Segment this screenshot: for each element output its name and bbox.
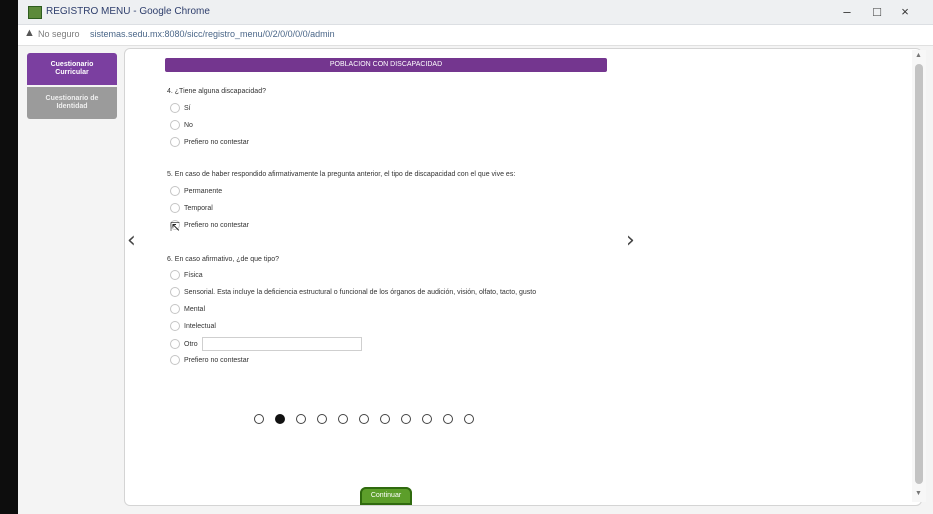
radio-button[interactable] [170, 203, 180, 213]
option-fisica[interactable]: Física [170, 270, 203, 280]
favicon-icon [28, 6, 42, 19]
warning-icon: ▲ [24, 27, 35, 39]
radio-button[interactable] [170, 103, 180, 113]
pagination-dot[interactable] [401, 414, 411, 424]
window-title: REGISTRO MENU - Google Chrome [46, 6, 210, 17]
continue-button[interactable]: Continuar [360, 487, 412, 505]
radio-button[interactable] [170, 120, 180, 130]
scrollbar[interactable]: ▲ ▼ [912, 50, 926, 502]
radio-button[interactable] [170, 270, 180, 280]
radio-button[interactable] [170, 304, 180, 314]
url-text[interactable]: sistemas.sedu.mx:8080/sicc/registro_menu… [90, 29, 335, 39]
option-otro[interactable]: Otro [170, 337, 362, 351]
pagination-dot[interactable] [296, 414, 306, 424]
option-si[interactable]: Sí [170, 103, 191, 113]
pagination-dot[interactable] [359, 414, 369, 424]
radio-button[interactable] [170, 287, 180, 297]
pagination-dot[interactable] [422, 414, 432, 424]
pagination-dot[interactable] [338, 414, 348, 424]
pagination-dot[interactable] [317, 414, 327, 424]
option-intelectual[interactable]: Intelectual [170, 321, 216, 331]
sidebar-item-curricular[interactable]: Cuestionario Curricular [27, 53, 117, 85]
pagination-dot[interactable] [275, 414, 285, 424]
question-4: 4. ¿Tiene alguna discapacidad? [167, 88, 266, 95]
option-prefiero-no-contestar[interactable]: Prefiero no contestar [170, 137, 249, 147]
option-prefiero-no-contestar[interactable]: Prefiero no contestar [170, 220, 249, 230]
pagination-dot[interactable] [380, 414, 390, 424]
form-panel [124, 48, 922, 506]
radio-button[interactable] [170, 355, 180, 365]
left-black-edge [0, 0, 18, 514]
maximize-button[interactable]: □ [866, 3, 888, 21]
scroll-thumb[interactable] [915, 64, 923, 484]
mouse-cursor-icon: ⇱ [170, 220, 181, 234]
scroll-up-icon[interactable]: ▲ [915, 52, 922, 59]
pagination-dot[interactable] [254, 414, 264, 424]
option-permanente[interactable]: Permanente [170, 186, 222, 196]
pagination-dot[interactable] [464, 414, 474, 424]
section-header: POBLACION CON DISCAPACIDAD [165, 58, 607, 72]
browser-titlebar: REGISTRO MENU - Google Chrome – □ × [18, 0, 933, 25]
pagination-dot[interactable] [443, 414, 453, 424]
close-button[interactable]: × [894, 3, 916, 21]
radio-button[interactable] [170, 339, 180, 349]
address-bar[interactable]: ▲ No seguro sistemas.sedu.mx:8080/sicc/r… [18, 25, 933, 46]
pagination-dots [254, 414, 474, 424]
radio-button[interactable] [170, 186, 180, 196]
radio-button[interactable] [170, 137, 180, 147]
option-mental[interactable]: Mental [170, 304, 205, 314]
prev-arrow-icon[interactable]: ‹ [127, 228, 136, 253]
sidebar: Cuestionario Curricular Cuestionario de … [27, 53, 117, 119]
otro-text-input[interactable] [201, 337, 362, 351]
sidebar-item-identidad[interactable]: Cuestionario de Identidad [27, 87, 117, 119]
minimize-button[interactable]: – [836, 3, 858, 21]
option-prefiero-no-contestar[interactable]: Prefiero no contestar [170, 355, 249, 365]
question-5: 5. En caso de haber respondido afirmativ… [167, 171, 516, 178]
scroll-down-icon[interactable]: ▼ [915, 490, 922, 497]
question-6: 6. En caso afirmativo, ¿de que tipo? [167, 256, 280, 263]
option-temporal[interactable]: Temporal [170, 203, 213, 213]
option-no[interactable]: No [170, 120, 193, 130]
next-arrow-icon[interactable]: › [626, 228, 635, 253]
security-label: No seguro [38, 29, 80, 39]
option-sensorial[interactable]: Sensorial. Esta incluye la deficiencia e… [170, 287, 536, 297]
radio-button[interactable] [170, 321, 180, 331]
